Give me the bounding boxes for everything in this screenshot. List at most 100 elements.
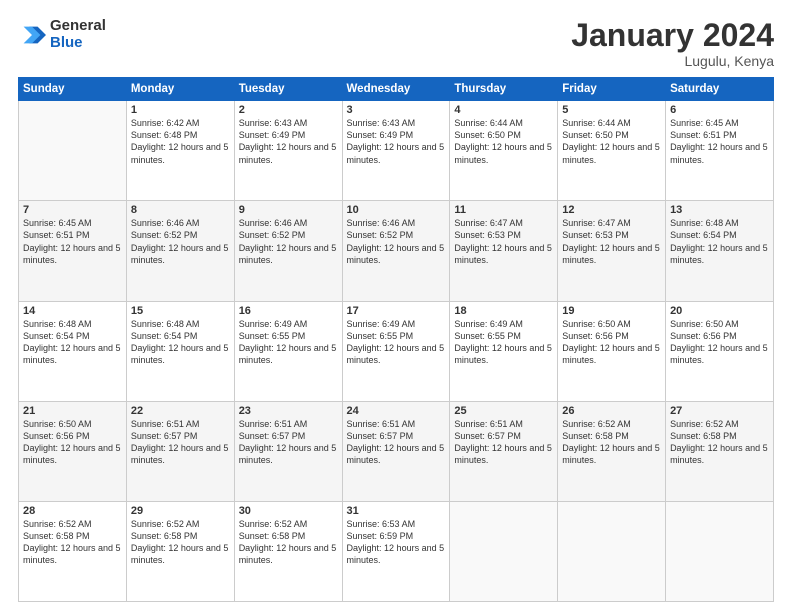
title-block: January 2024 Lugulu, Kenya <box>571 18 774 69</box>
day-number: 12 <box>562 204 661 216</box>
day-detail: Sunrise: 6:48 AM Sunset: 6:54 PM Dayligh… <box>23 318 122 367</box>
day-number: 9 <box>239 204 338 216</box>
day-number: 3 <box>347 104 446 116</box>
day-number: 13 <box>670 204 769 216</box>
day-number: 24 <box>347 405 446 417</box>
calendar-cell: 25Sunrise: 6:51 AM Sunset: 6:57 PM Dayli… <box>450 401 558 501</box>
calendar-cell: 14Sunrise: 6:48 AM Sunset: 6:54 PM Dayli… <box>19 301 127 401</box>
day-number: 6 <box>670 104 769 116</box>
day-detail: Sunrise: 6:45 AM Sunset: 6:51 PM Dayligh… <box>23 217 122 266</box>
day-number: 7 <box>23 204 122 216</box>
calendar-cell: 9Sunrise: 6:46 AM Sunset: 6:52 PM Daylig… <box>234 201 342 301</box>
day-number: 20 <box>670 305 769 317</box>
day-detail: Sunrise: 6:51 AM Sunset: 6:57 PM Dayligh… <box>239 418 338 467</box>
calendar-cell: 22Sunrise: 6:51 AM Sunset: 6:57 PM Dayli… <box>126 401 234 501</box>
calendar-cell <box>558 501 666 601</box>
day-number: 19 <box>562 305 661 317</box>
calendar-cell: 30Sunrise: 6:52 AM Sunset: 6:58 PM Dayli… <box>234 501 342 601</box>
day-detail: Sunrise: 6:49 AM Sunset: 6:55 PM Dayligh… <box>239 318 338 367</box>
logo-blue: Blue <box>50 35 106 52</box>
day-number: 4 <box>454 104 553 116</box>
day-number: 22 <box>131 405 230 417</box>
calendar-table: SundayMondayTuesdayWednesdayThursdayFrid… <box>18 77 774 602</box>
day-detail: Sunrise: 6:44 AM Sunset: 6:50 PM Dayligh… <box>454 117 553 166</box>
weekday-header: Thursday <box>450 78 558 101</box>
day-number: 30 <box>239 505 338 517</box>
calendar-cell: 18Sunrise: 6:49 AM Sunset: 6:55 PM Dayli… <box>450 301 558 401</box>
page: General Blue January 2024 Lugulu, Kenya … <box>0 0 792 612</box>
calendar-cell: 11Sunrise: 6:47 AM Sunset: 6:53 PM Dayli… <box>450 201 558 301</box>
calendar-cell: 13Sunrise: 6:48 AM Sunset: 6:54 PM Dayli… <box>666 201 774 301</box>
day-detail: Sunrise: 6:46 AM Sunset: 6:52 PM Dayligh… <box>131 217 230 266</box>
day-detail: Sunrise: 6:44 AM Sunset: 6:50 PM Dayligh… <box>562 117 661 166</box>
calendar-week-row: 7Sunrise: 6:45 AM Sunset: 6:51 PM Daylig… <box>19 201 774 301</box>
day-number: 15 <box>131 305 230 317</box>
day-detail: Sunrise: 6:49 AM Sunset: 6:55 PM Dayligh… <box>454 318 553 367</box>
day-number: 8 <box>131 204 230 216</box>
logo-icon <box>18 21 46 49</box>
day-number: 26 <box>562 405 661 417</box>
day-number: 23 <box>239 405 338 417</box>
location: Lugulu, Kenya <box>571 53 774 69</box>
month-title: January 2024 <box>571 18 774 53</box>
day-number: 29 <box>131 505 230 517</box>
day-number: 1 <box>131 104 230 116</box>
calendar-week-row: 21Sunrise: 6:50 AM Sunset: 6:56 PM Dayli… <box>19 401 774 501</box>
day-detail: Sunrise: 6:51 AM Sunset: 6:57 PM Dayligh… <box>347 418 446 467</box>
day-number: 14 <box>23 305 122 317</box>
day-number: 18 <box>454 305 553 317</box>
calendar-cell: 20Sunrise: 6:50 AM Sunset: 6:56 PM Dayli… <box>666 301 774 401</box>
calendar-cell <box>450 501 558 601</box>
day-detail: Sunrise: 6:53 AM Sunset: 6:59 PM Dayligh… <box>347 518 446 567</box>
calendar-cell: 7Sunrise: 6:45 AM Sunset: 6:51 PM Daylig… <box>19 201 127 301</box>
calendar-cell: 1Sunrise: 6:42 AM Sunset: 6:48 PM Daylig… <box>126 101 234 201</box>
day-detail: Sunrise: 6:47 AM Sunset: 6:53 PM Dayligh… <box>454 217 553 266</box>
day-detail: Sunrise: 6:47 AM Sunset: 6:53 PM Dayligh… <box>562 217 661 266</box>
day-detail: Sunrise: 6:52 AM Sunset: 6:58 PM Dayligh… <box>131 518 230 567</box>
calendar-cell: 17Sunrise: 6:49 AM Sunset: 6:55 PM Dayli… <box>342 301 450 401</box>
weekday-header: Tuesday <box>234 78 342 101</box>
calendar-cell: 8Sunrise: 6:46 AM Sunset: 6:52 PM Daylig… <box>126 201 234 301</box>
day-detail: Sunrise: 6:50 AM Sunset: 6:56 PM Dayligh… <box>670 318 769 367</box>
day-number: 21 <box>23 405 122 417</box>
calendar-cell: 28Sunrise: 6:52 AM Sunset: 6:58 PM Dayli… <box>19 501 127 601</box>
day-detail: Sunrise: 6:52 AM Sunset: 6:58 PM Dayligh… <box>23 518 122 567</box>
day-detail: Sunrise: 6:42 AM Sunset: 6:48 PM Dayligh… <box>131 117 230 166</box>
weekday-header: Saturday <box>666 78 774 101</box>
weekday-header: Friday <box>558 78 666 101</box>
header: General Blue January 2024 Lugulu, Kenya <box>18 18 774 69</box>
day-detail: Sunrise: 6:51 AM Sunset: 6:57 PM Dayligh… <box>131 418 230 467</box>
day-number: 10 <box>347 204 446 216</box>
day-number: 16 <box>239 305 338 317</box>
calendar-cell: 12Sunrise: 6:47 AM Sunset: 6:53 PM Dayli… <box>558 201 666 301</box>
calendar-cell: 4Sunrise: 6:44 AM Sunset: 6:50 PM Daylig… <box>450 101 558 201</box>
day-number: 17 <box>347 305 446 317</box>
day-detail: Sunrise: 6:48 AM Sunset: 6:54 PM Dayligh… <box>670 217 769 266</box>
day-detail: Sunrise: 6:43 AM Sunset: 6:49 PM Dayligh… <box>347 117 446 166</box>
calendar-cell: 16Sunrise: 6:49 AM Sunset: 6:55 PM Dayli… <box>234 301 342 401</box>
logo-text: General Blue <box>50 18 106 51</box>
day-detail: Sunrise: 6:45 AM Sunset: 6:51 PM Dayligh… <box>670 117 769 166</box>
day-detail: Sunrise: 6:46 AM Sunset: 6:52 PM Dayligh… <box>239 217 338 266</box>
calendar-cell: 29Sunrise: 6:52 AM Sunset: 6:58 PM Dayli… <box>126 501 234 601</box>
logo: General Blue <box>18 18 106 51</box>
day-detail: Sunrise: 6:52 AM Sunset: 6:58 PM Dayligh… <box>562 418 661 467</box>
day-number: 31 <box>347 505 446 517</box>
calendar-cell: 26Sunrise: 6:52 AM Sunset: 6:58 PM Dayli… <box>558 401 666 501</box>
calendar-week-row: 1Sunrise: 6:42 AM Sunset: 6:48 PM Daylig… <box>19 101 774 201</box>
day-detail: Sunrise: 6:51 AM Sunset: 6:57 PM Dayligh… <box>454 418 553 467</box>
day-number: 28 <box>23 505 122 517</box>
day-detail: Sunrise: 6:46 AM Sunset: 6:52 PM Dayligh… <box>347 217 446 266</box>
calendar-cell: 10Sunrise: 6:46 AM Sunset: 6:52 PM Dayli… <box>342 201 450 301</box>
calendar-cell: 3Sunrise: 6:43 AM Sunset: 6:49 PM Daylig… <box>342 101 450 201</box>
calendar-cell: 31Sunrise: 6:53 AM Sunset: 6:59 PM Dayli… <box>342 501 450 601</box>
day-detail: Sunrise: 6:43 AM Sunset: 6:49 PM Dayligh… <box>239 117 338 166</box>
day-detail: Sunrise: 6:50 AM Sunset: 6:56 PM Dayligh… <box>23 418 122 467</box>
calendar-cell <box>19 101 127 201</box>
day-detail: Sunrise: 6:52 AM Sunset: 6:58 PM Dayligh… <box>670 418 769 467</box>
logo-general: General <box>50 18 106 35</box>
calendar-cell: 21Sunrise: 6:50 AM Sunset: 6:56 PM Dayli… <box>19 401 127 501</box>
day-detail: Sunrise: 6:52 AM Sunset: 6:58 PM Dayligh… <box>239 518 338 567</box>
day-number: 2 <box>239 104 338 116</box>
calendar-cell: 15Sunrise: 6:48 AM Sunset: 6:54 PM Dayli… <box>126 301 234 401</box>
